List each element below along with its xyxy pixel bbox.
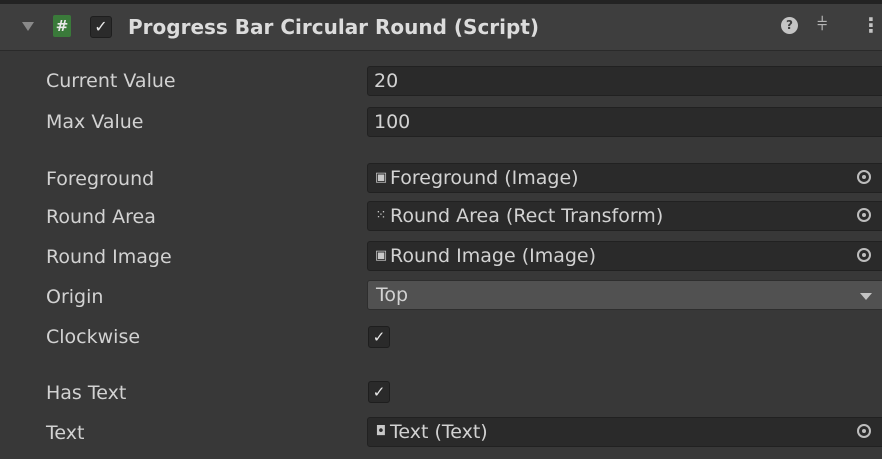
foldout-arrow-icon[interactable] xyxy=(22,22,34,31)
clockwise-label: Clockwise xyxy=(46,326,141,348)
max-value-label: Max Value xyxy=(46,111,144,133)
object-picker-icon[interactable] xyxy=(857,248,871,262)
origin-value: Top xyxy=(376,284,409,306)
origin-dropdown[interactable]: Top xyxy=(367,280,882,310)
object-picker-icon[interactable] xyxy=(857,170,871,184)
foreground-value: Foreground (Image) xyxy=(390,167,579,189)
clockwise-checkbox[interactable]: ✓ xyxy=(368,326,390,348)
component-title: Progress Bar Circular Round (Script) xyxy=(128,15,540,39)
object-picker-icon[interactable] xyxy=(857,424,871,438)
component-enabled-checkbox[interactable]: ✓ xyxy=(90,16,112,38)
origin-label: Origin xyxy=(46,286,104,308)
round-area-value: Round Area (Rect Transform) xyxy=(390,205,664,227)
rect-transform-icon: ⁙ xyxy=(375,208,387,223)
foreground-label: Foreground xyxy=(46,168,155,190)
text-icon: ◘ xyxy=(375,424,387,439)
image-icon: ▣ xyxy=(374,170,388,185)
dropdown-arrow-icon xyxy=(860,293,872,300)
max-value-field[interactable]: 100 xyxy=(367,107,882,137)
image-icon: ▣ xyxy=(374,248,388,263)
kebab-menu-icon[interactable]: ⋮ xyxy=(861,13,881,37)
round-area-label: Round Area xyxy=(46,206,156,228)
current-value-field[interactable]: 20 xyxy=(367,66,882,96)
has-text-checkbox[interactable]: ✓ xyxy=(368,381,390,403)
component-header[interactable]: # ✓ Progress Bar Circular Round (Script)… xyxy=(0,4,882,51)
has-text-label: Has Text xyxy=(46,382,127,404)
foreground-field[interactable]: ▣ Foreground (Image) xyxy=(367,163,882,193)
text-label: Text xyxy=(46,422,85,444)
round-image-label: Round Image xyxy=(46,246,172,268)
script-hash-icon: # xyxy=(53,15,71,37)
presets-icon[interactable]: ⫩ xyxy=(817,14,827,35)
object-picker-icon[interactable] xyxy=(857,208,871,222)
help-icon[interactable]: ? xyxy=(781,17,798,34)
text-field[interactable]: ◘ Text (Text) xyxy=(367,417,882,447)
round-image-field[interactable]: ▣ Round Image (Image) xyxy=(367,241,882,271)
current-value-label: Current Value xyxy=(46,70,176,92)
round-image-value: Round Image (Image) xyxy=(390,245,597,267)
round-area-field[interactable]: ⁙ Round Area (Rect Transform) xyxy=(367,201,882,231)
text-value: Text (Text) xyxy=(390,421,488,443)
